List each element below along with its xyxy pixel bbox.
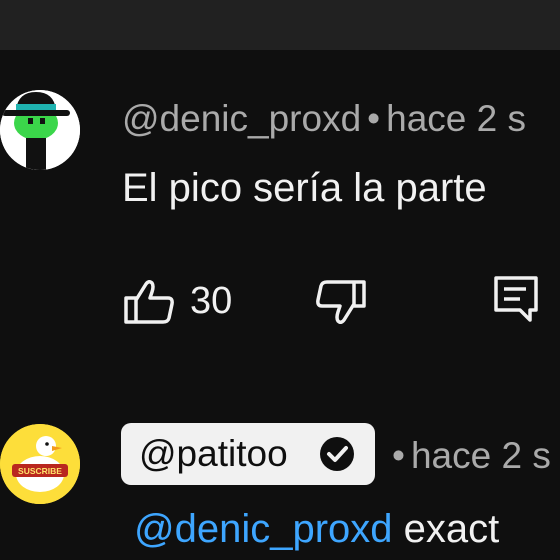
- comment-timestamp: hace 2 s: [386, 98, 526, 139]
- comment-meta: @denic_proxd • hace 2 s: [122, 98, 526, 140]
- thumbs-down-icon[interactable]: [316, 278, 368, 326]
- reply-icon[interactable]: [492, 274, 540, 324]
- thumbs-up-icon[interactable]: [122, 278, 176, 326]
- separator-dot: •: [392, 435, 405, 476]
- verified-check-icon: [320, 437, 354, 471]
- separator-dot: •: [367, 98, 381, 139]
- comment-timestamp: hace 2 s: [410, 435, 551, 476]
- comment-meta: • hace 2 s: [386, 435, 551, 477]
- comment-text: El pico sería la parte: [122, 166, 487, 210]
- avatar[interactable]: [0, 90, 80, 170]
- avatar-image: SUSCRIBE: [0, 424, 80, 504]
- like-count: 30: [190, 280, 233, 322]
- top-bar: [0, 0, 560, 50]
- reply-mention-link[interactable]: @denic_proxd: [134, 507, 393, 551]
- avatar-badge-text: SUSCRIBE: [18, 466, 62, 476]
- avatar[interactable]: SUSCRIBE: [0, 424, 80, 504]
- comment-text: @denic_proxd exact: [134, 507, 499, 552]
- comment-username[interactable]: @denic_proxd: [122, 98, 361, 139]
- comment-username[interactable]: @patitoo: [139, 433, 288, 475]
- comment-body: exact: [403, 507, 500, 551]
- creator-chip[interactable]: @patitoo: [121, 423, 375, 485]
- avatar-image: [0, 90, 80, 170]
